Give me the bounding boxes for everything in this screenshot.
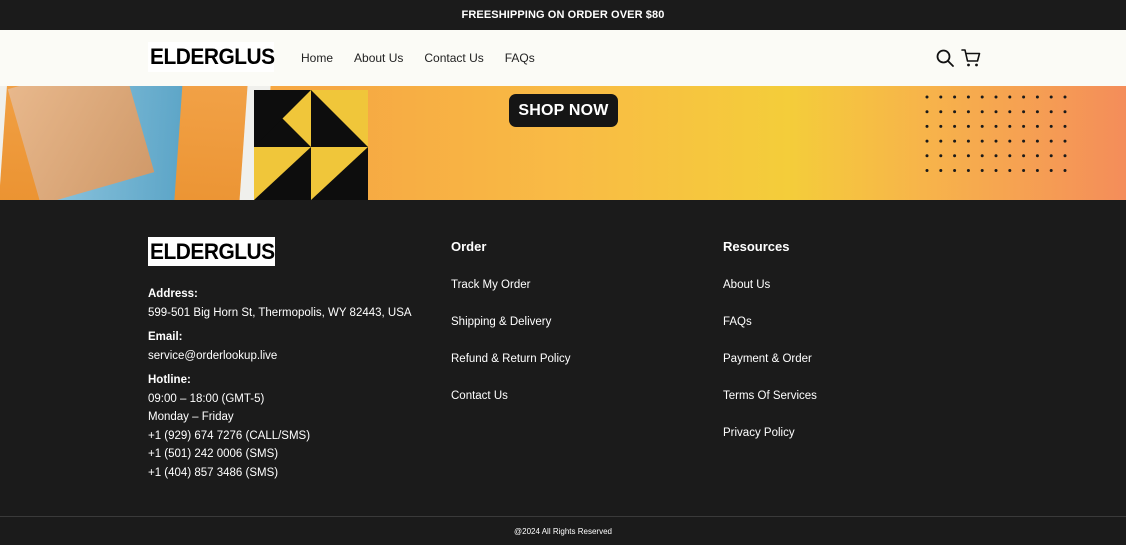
link-contact-us[interactable]: Contact Us: [451, 390, 508, 402]
copyright-text: @2024 All Rights Reserved: [514, 526, 612, 536]
footer-order-column: Order Track My Order Shipping & Delivery…: [451, 239, 571, 425]
shop-now-button[interactable]: SHOP NOW: [509, 94, 618, 127]
link-terms-of-services[interactable]: Terms Of Services: [723, 390, 817, 402]
cart-icon[interactable]: [960, 47, 982, 69]
hotline-label: Hotline:: [148, 374, 191, 386]
hero-photo: [0, 86, 273, 200]
nav-contact-us[interactable]: Contact Us: [424, 51, 483, 65]
site-footer: ELDERGLUS Address: 599-501 Big Horn St, …: [0, 200, 1126, 516]
search-icon[interactable]: [934, 47, 956, 69]
announcement-bar: FREESHIPPING ON ORDER OVER $80: [0, 0, 1126, 30]
announcement-text: FREESHIPPING ON ORDER OVER $80: [461, 9, 665, 21]
hotline-phone-1: +1 (929) 674 7276 (CALL/SMS): [148, 429, 311, 442]
contact-info: Address: 599-501 Big Horn St, Thermopoli…: [148, 282, 418, 482]
link-shipping-delivery[interactable]: Shipping & Delivery: [451, 316, 551, 328]
nav-faqs[interactable]: FAQs: [505, 51, 535, 65]
address-value: 599-501 Big Horn St, Thermopolis, WY 824…: [148, 306, 412, 319]
hotline-hours: 09:00 – 18:00 (GMT-5): [148, 392, 265, 405]
nav-about-us[interactable]: About Us: [354, 51, 403, 65]
copyright-bar: @2024 All Rights Reserved: [0, 516, 1126, 545]
main-nav: Home About Us Contact Us FAQs: [301, 30, 535, 86]
brand-name: ELDERGLUS: [150, 44, 275, 69]
link-about-us[interactable]: About Us: [723, 279, 770, 291]
email-value[interactable]: service@orderlookup.live: [148, 347, 418, 366]
brand-logo[interactable]: ELDERGLUS: [148, 42, 275, 72]
order-heading: Order: [451, 239, 487, 254]
link-payment-order[interactable]: Payment & Order: [723, 353, 812, 365]
link-refund-return-policy[interactable]: Refund & Return Policy: [451, 353, 571, 365]
link-track-my-order[interactable]: Track My Order: [451, 279, 530, 291]
resources-heading: Resources: [723, 239, 790, 254]
hotline-phone-2: +1 (501) 242 0006 (SMS): [148, 448, 279, 460]
email-label: Email:: [148, 331, 183, 343]
hotline-days: Monday – Friday: [148, 411, 234, 423]
footer-logo: ELDERGLUS: [148, 237, 275, 266]
hotline-phone-3: +1 (404) 857 3486 (SMS): [148, 466, 279, 479]
geometric-pattern-icon: [254, 90, 368, 200]
footer-resources-column: Resources About Us FAQs Payment & Order …: [723, 239, 817, 462]
link-privacy-policy[interactable]: Privacy Policy: [723, 427, 795, 439]
address-label: Address:: [148, 288, 198, 300]
footer-brand-name: ELDERGLUS: [150, 238, 275, 264]
nav-home[interactable]: Home: [301, 51, 333, 65]
hero-banner: SHOP NOW: [0, 86, 1126, 200]
site-header: ELDERGLUS Home About Us Contact Us FAQs: [0, 30, 1126, 86]
dot-pattern-icon: [925, 95, 1067, 172]
link-faqs[interactable]: FAQs: [723, 316, 752, 328]
